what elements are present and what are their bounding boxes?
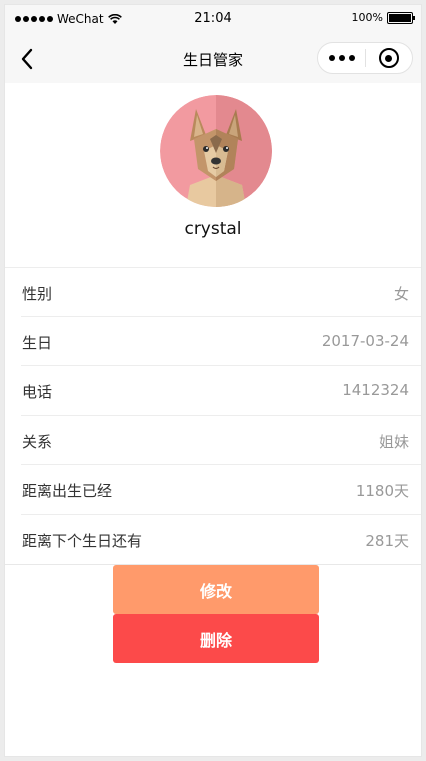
info-label: 性别 bbox=[22, 285, 53, 303]
info-label: 生日 bbox=[22, 333, 53, 352]
capsule-menu bbox=[317, 42, 413, 74]
more-dots-icon bbox=[328, 55, 335, 61]
info-label: 关系 bbox=[22, 432, 53, 451]
info-row-relation: 关系 姐妹 bbox=[5, 414, 421, 466]
info-label: 距离下个生日还有 bbox=[22, 531, 143, 550]
edit-button[interactable]: 修改 bbox=[113, 565, 319, 614]
info-value: 1180天 bbox=[355, 482, 409, 500]
status-right: 100% bbox=[351, 11, 415, 24]
info-row-gender: 性别 女 bbox=[5, 267, 421, 317]
info-row-birthday: 生日 2017-03-24 bbox=[5, 315, 421, 367]
info-label: 距离出生已经 bbox=[22, 482, 113, 500]
info-value: 2017-03-24 bbox=[321, 331, 409, 350]
more-button[interactable] bbox=[318, 43, 365, 73]
delete-button[interactable]: 删除 bbox=[113, 614, 319, 663]
info-label: 电话 bbox=[22, 383, 53, 401]
info-list: 性别 女 生日 2017-03-24 电话 1412324 关系 姐妹 距离出生… bbox=[5, 267, 421, 564]
dog-avatar-icon bbox=[160, 95, 272, 207]
info-value: 姐妹 bbox=[378, 432, 409, 451]
app-frame: WeChat 21:04 100% 生日管家 crystal 性别 女 生日 2… bbox=[4, 4, 422, 757]
user-name: crystal bbox=[184, 219, 242, 239]
close-button[interactable] bbox=[366, 43, 412, 73]
info-value: 女 bbox=[393, 285, 409, 303]
info-value: 1412324 bbox=[342, 381, 409, 399]
target-close-icon bbox=[378, 48, 399, 68]
info-row-days-since-birth: 距离出生已经 1180天 bbox=[5, 464, 421, 515]
info-row-days-to-birthday: 距离下个生日还有 281天 bbox=[5, 513, 421, 565]
info-value: 281天 bbox=[365, 531, 409, 550]
battery-icon bbox=[387, 11, 415, 24]
battery-percent: 100% bbox=[351, 11, 383, 24]
status-bar: WeChat 21:04 100% bbox=[5, 5, 421, 33]
nav-bar: 生日管家 bbox=[5, 33, 421, 83]
avatar bbox=[160, 95, 272, 207]
info-row-phone: 电话 1412324 bbox=[5, 365, 421, 416]
